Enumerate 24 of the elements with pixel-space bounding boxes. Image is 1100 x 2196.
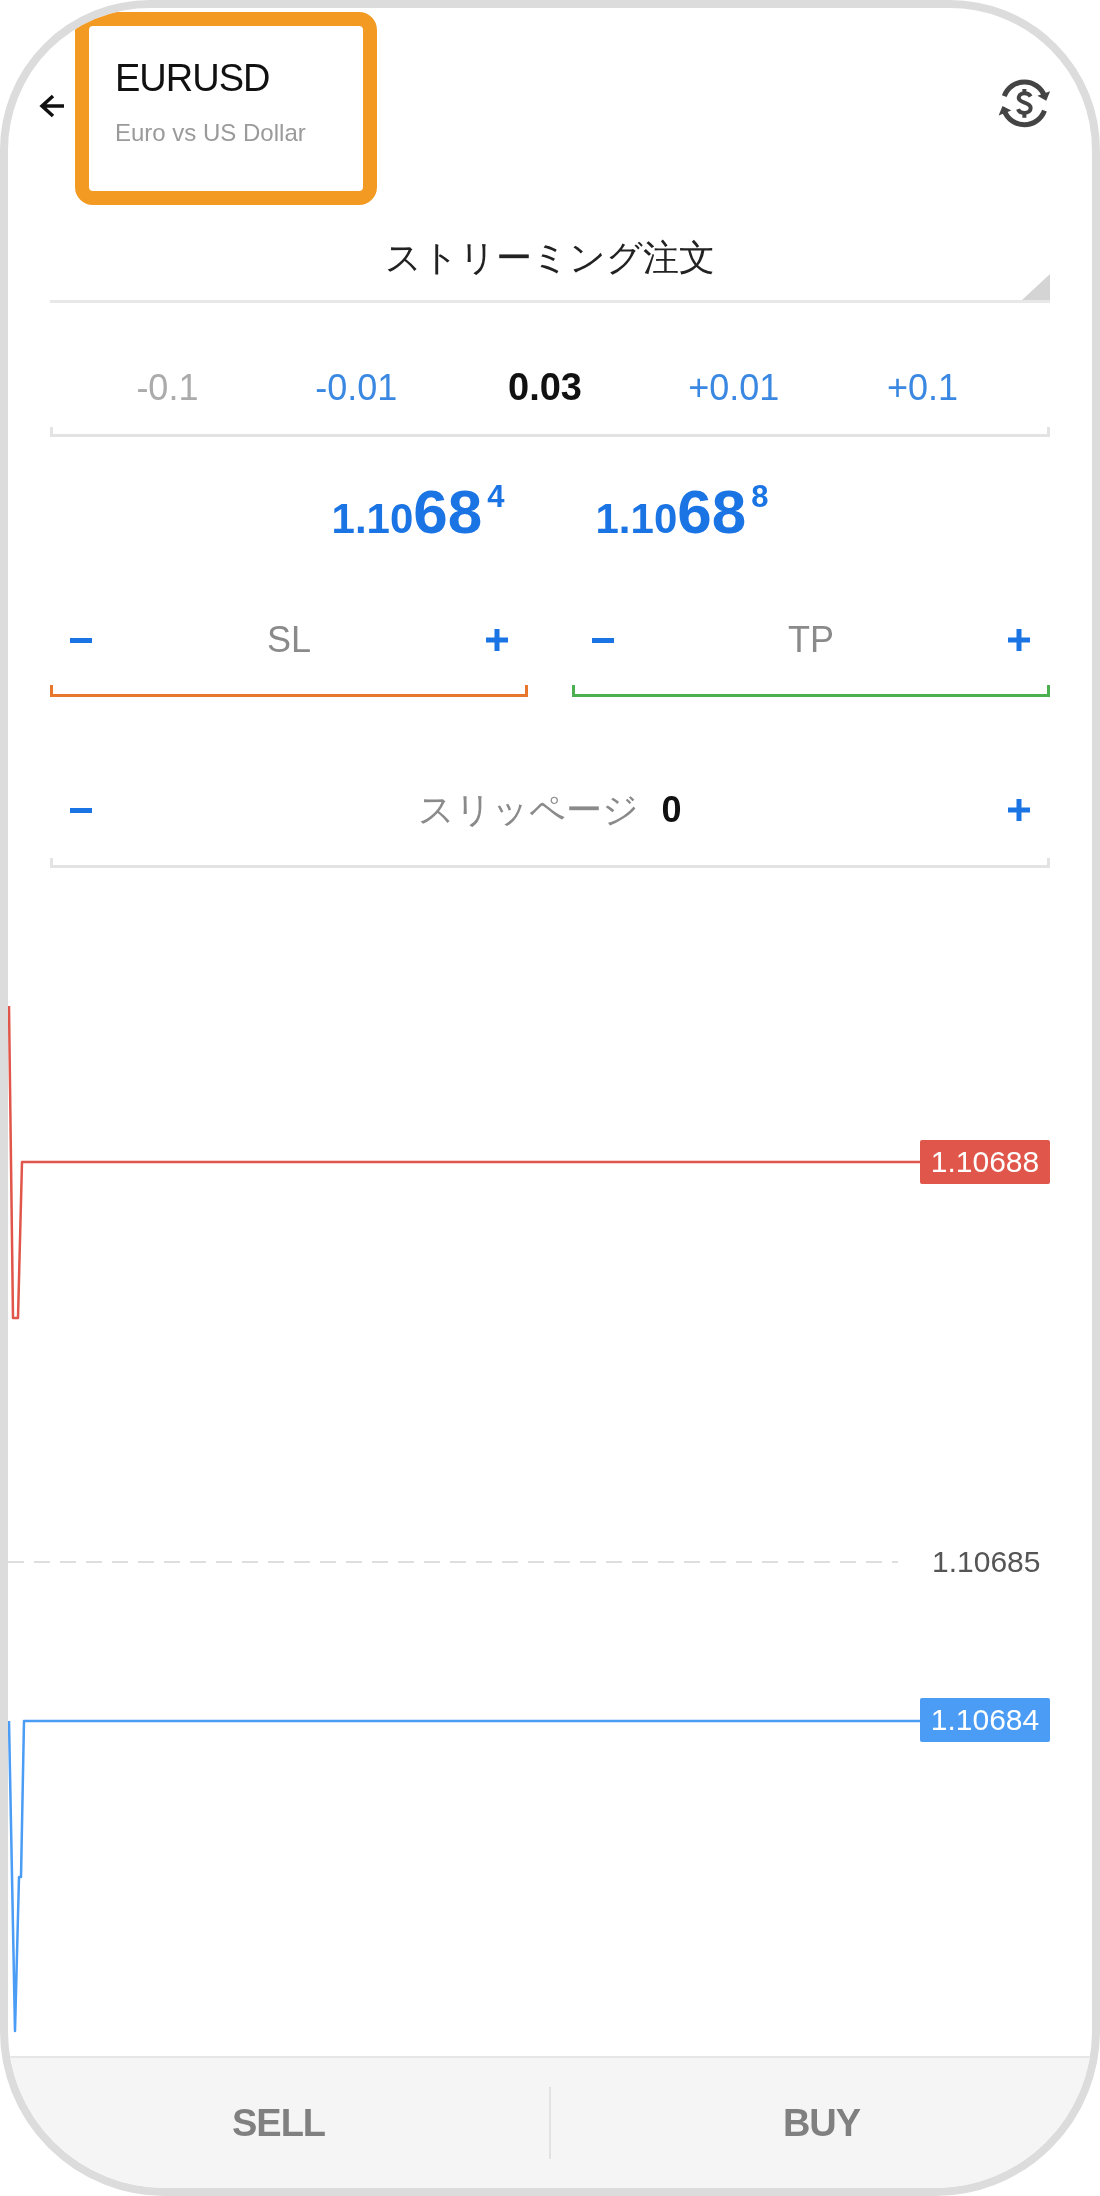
symbol-description: Euro vs US Dollar <box>115 118 307 148</box>
buy-button[interactable]: BUY <box>551 2058 1092 2188</box>
stop-loss-input[interactable]: SL <box>102 613 476 667</box>
plus-icon <box>486 629 508 651</box>
dollar-sync-icon[interactable] <box>998 78 1052 130</box>
symbol-name: EURUSD <box>115 56 271 101</box>
minus-icon <box>70 807 92 813</box>
grid-price-label: 1.10685 <box>932 1544 1041 1580</box>
lot-step-button[interactable]: +0.01 <box>682 366 786 410</box>
plus-icon <box>1008 799 1030 821</box>
lot-step-button[interactable]: +0.1 <box>881 366 965 410</box>
minus-icon <box>70 637 92 643</box>
plus-icon <box>1008 629 1030 651</box>
ask-price-tag: 1.10688 <box>920 1140 1050 1184</box>
slippage-value: 0 <box>661 788 682 832</box>
sell-button[interactable]: SELL <box>8 2058 549 2188</box>
lot-step-button[interactable]: -0.01 <box>309 366 404 410</box>
minus-icon <box>592 637 614 643</box>
slippage-label: スリッページ <box>418 788 640 832</box>
dropdown-triangle-icon <box>1022 274 1050 300</box>
back-arrow-icon[interactable] <box>38 92 66 120</box>
take-profit-input[interactable]: TP <box>624 613 998 667</box>
lot-size-value: 0.03 <box>508 366 582 409</box>
bid-price-tag: 1.10684 <box>920 1698 1050 1742</box>
